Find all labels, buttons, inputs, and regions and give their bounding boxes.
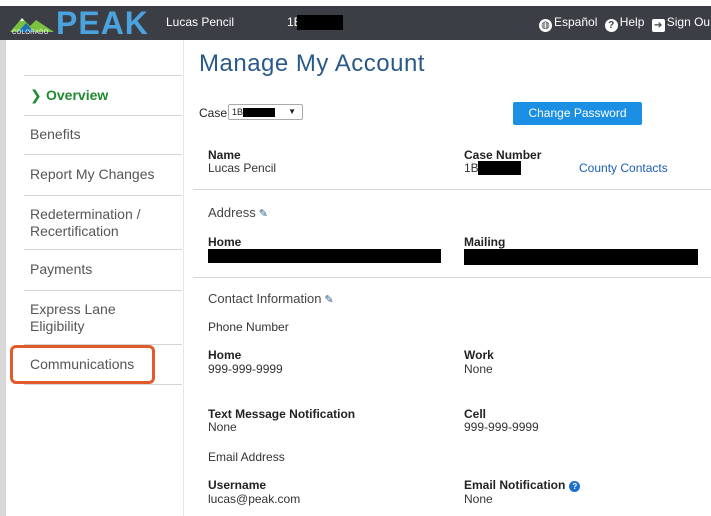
cell-value: 999-999-9999 <box>464 420 539 434</box>
chevron-right-icon: ❯ <box>30 87 42 103</box>
header-links: ◍ Español ? Help ➔ Sign Ou <box>539 15 711 32</box>
phone-number-subheading: Phone Number <box>208 320 289 334</box>
nav-divider <box>24 115 182 116</box>
help-link[interactable]: ? Help <box>604 15 645 32</box>
case-number-label: Case Number <box>464 148 542 162</box>
logo-state-text: COLORADO <box>12 30 49 36</box>
espanol-link[interactable]: ◍ Español <box>539 15 598 32</box>
sidebar-item-label: Benefits <box>30 126 81 142</box>
home-address-redaction <box>208 249 441 263</box>
address-heading: Address ✎ <box>208 205 268 220</box>
sidebar-item-label-line1: Express Lane <box>30 301 116 317</box>
sidebar <box>6 40 184 516</box>
sidebar-item-redetermination[interactable]: Redetermination / Recertification <box>30 206 141 240</box>
county-contacts-link[interactable]: County Contacts <box>579 161 668 175</box>
name-value: Lucas Pencil <box>208 161 277 175</box>
contact-heading-text: Contact Information <box>208 291 322 306</box>
email-notification-value: None <box>464 492 493 506</box>
edit-address-pencil-icon[interactable]: ✎ <box>259 207 268 220</box>
question-icon: ? <box>604 19 618 32</box>
case-number-value: 1B <box>464 161 479 175</box>
nav-divider <box>24 249 182 250</box>
mailing-address-label: Mailing <box>464 235 506 249</box>
sidebar-item-overview[interactable]: ❯ Overview <box>30 87 108 104</box>
espanol-label: Español <box>554 15 598 29</box>
nav-divider <box>24 75 182 76</box>
edit-contact-pencil-icon[interactable]: ✎ <box>324 293 333 306</box>
header-user-name: Lucas Pencil <box>166 15 235 29</box>
cell-label: Cell <box>464 407 487 421</box>
case-number-redaction <box>478 161 521 175</box>
help-question-icon[interactable]: ? <box>569 481 581 492</box>
sidebar-item-label-line2: Recertification <box>30 223 119 239</box>
text-notification-label: Text Message Notification <box>208 407 356 421</box>
sidebar-item-label-line1: Redetermination / <box>30 206 141 222</box>
email-address-subheading: Email Address <box>208 450 285 464</box>
text-notification-value: None <box>208 420 237 434</box>
sidebar-item-payments[interactable]: Payments <box>30 261 92 278</box>
nav-divider <box>24 195 182 196</box>
email-notification-label-text: Email Notification <box>464 478 566 492</box>
section-divider <box>193 189 711 190</box>
work-value: None <box>464 362 493 376</box>
sidebar-item-benefits[interactable]: Benefits <box>30 126 81 143</box>
sidebar-item-label: Payments <box>30 261 93 277</box>
address-heading-text: Address <box>208 205 256 220</box>
sidebar-item-label-line2: Eligibility <box>30 318 85 334</box>
sidebar-item-label: Report My Changes <box>30 166 155 182</box>
sign-out-label: Sign Ou <box>666 15 711 29</box>
communications-highlight-box <box>10 345 155 384</box>
sign-out-link[interactable]: ➔ Sign Ou <box>651 15 711 32</box>
name-label: Name <box>208 148 241 162</box>
sidebar-item-report-my-changes[interactable]: Report My Changes <box>30 166 155 183</box>
username-label: Username <box>208 478 267 492</box>
nav-divider <box>24 384 182 385</box>
email-notification-label: Email Notification? <box>464 478 581 492</box>
home-address-label: Home <box>208 235 242 249</box>
sidebar-item-express-lane[interactable]: Express Lane Eligibility <box>30 301 116 335</box>
case-label: Case: <box>199 106 231 120</box>
page-title: Manage My Account <box>199 50 425 77</box>
case-select-value: 1B <box>232 107 244 117</box>
help-label: Help <box>619 15 645 29</box>
change-password-button[interactable]: Change Password <box>513 102 642 125</box>
peak-logo[interactable]: COLORADO PEAK <box>6 6 156 40</box>
phone-home-label: Home <box>208 348 242 362</box>
work-label: Work <box>464 348 494 362</box>
nav-divider <box>24 290 182 291</box>
header-case-redaction <box>297 15 343 30</box>
dropdown-arrow-icon: ▼ <box>288 107 296 116</box>
nav-divider <box>24 154 182 155</box>
sign-out-icon: ➔ <box>651 19 665 32</box>
globe-icon: ◍ <box>539 19 552 32</box>
logo-peak-text: PEAK <box>56 5 149 41</box>
mailing-address-redaction <box>464 249 698 265</box>
case-select-redaction <box>243 108 276 118</box>
contact-heading: Contact Information ✎ <box>208 291 334 306</box>
sidebar-item-label: Overview <box>46 87 109 103</box>
top-bar: COLORADO PEAK Lucas Pencil 1B ◍ Español ?… <box>0 6 711 40</box>
case-select[interactable]: 1B ▼ <box>228 104 303 120</box>
username-value: lucas@peak.com <box>208 492 301 506</box>
section-divider <box>193 277 711 278</box>
phone-home-value: 999-999-9999 <box>208 362 283 376</box>
